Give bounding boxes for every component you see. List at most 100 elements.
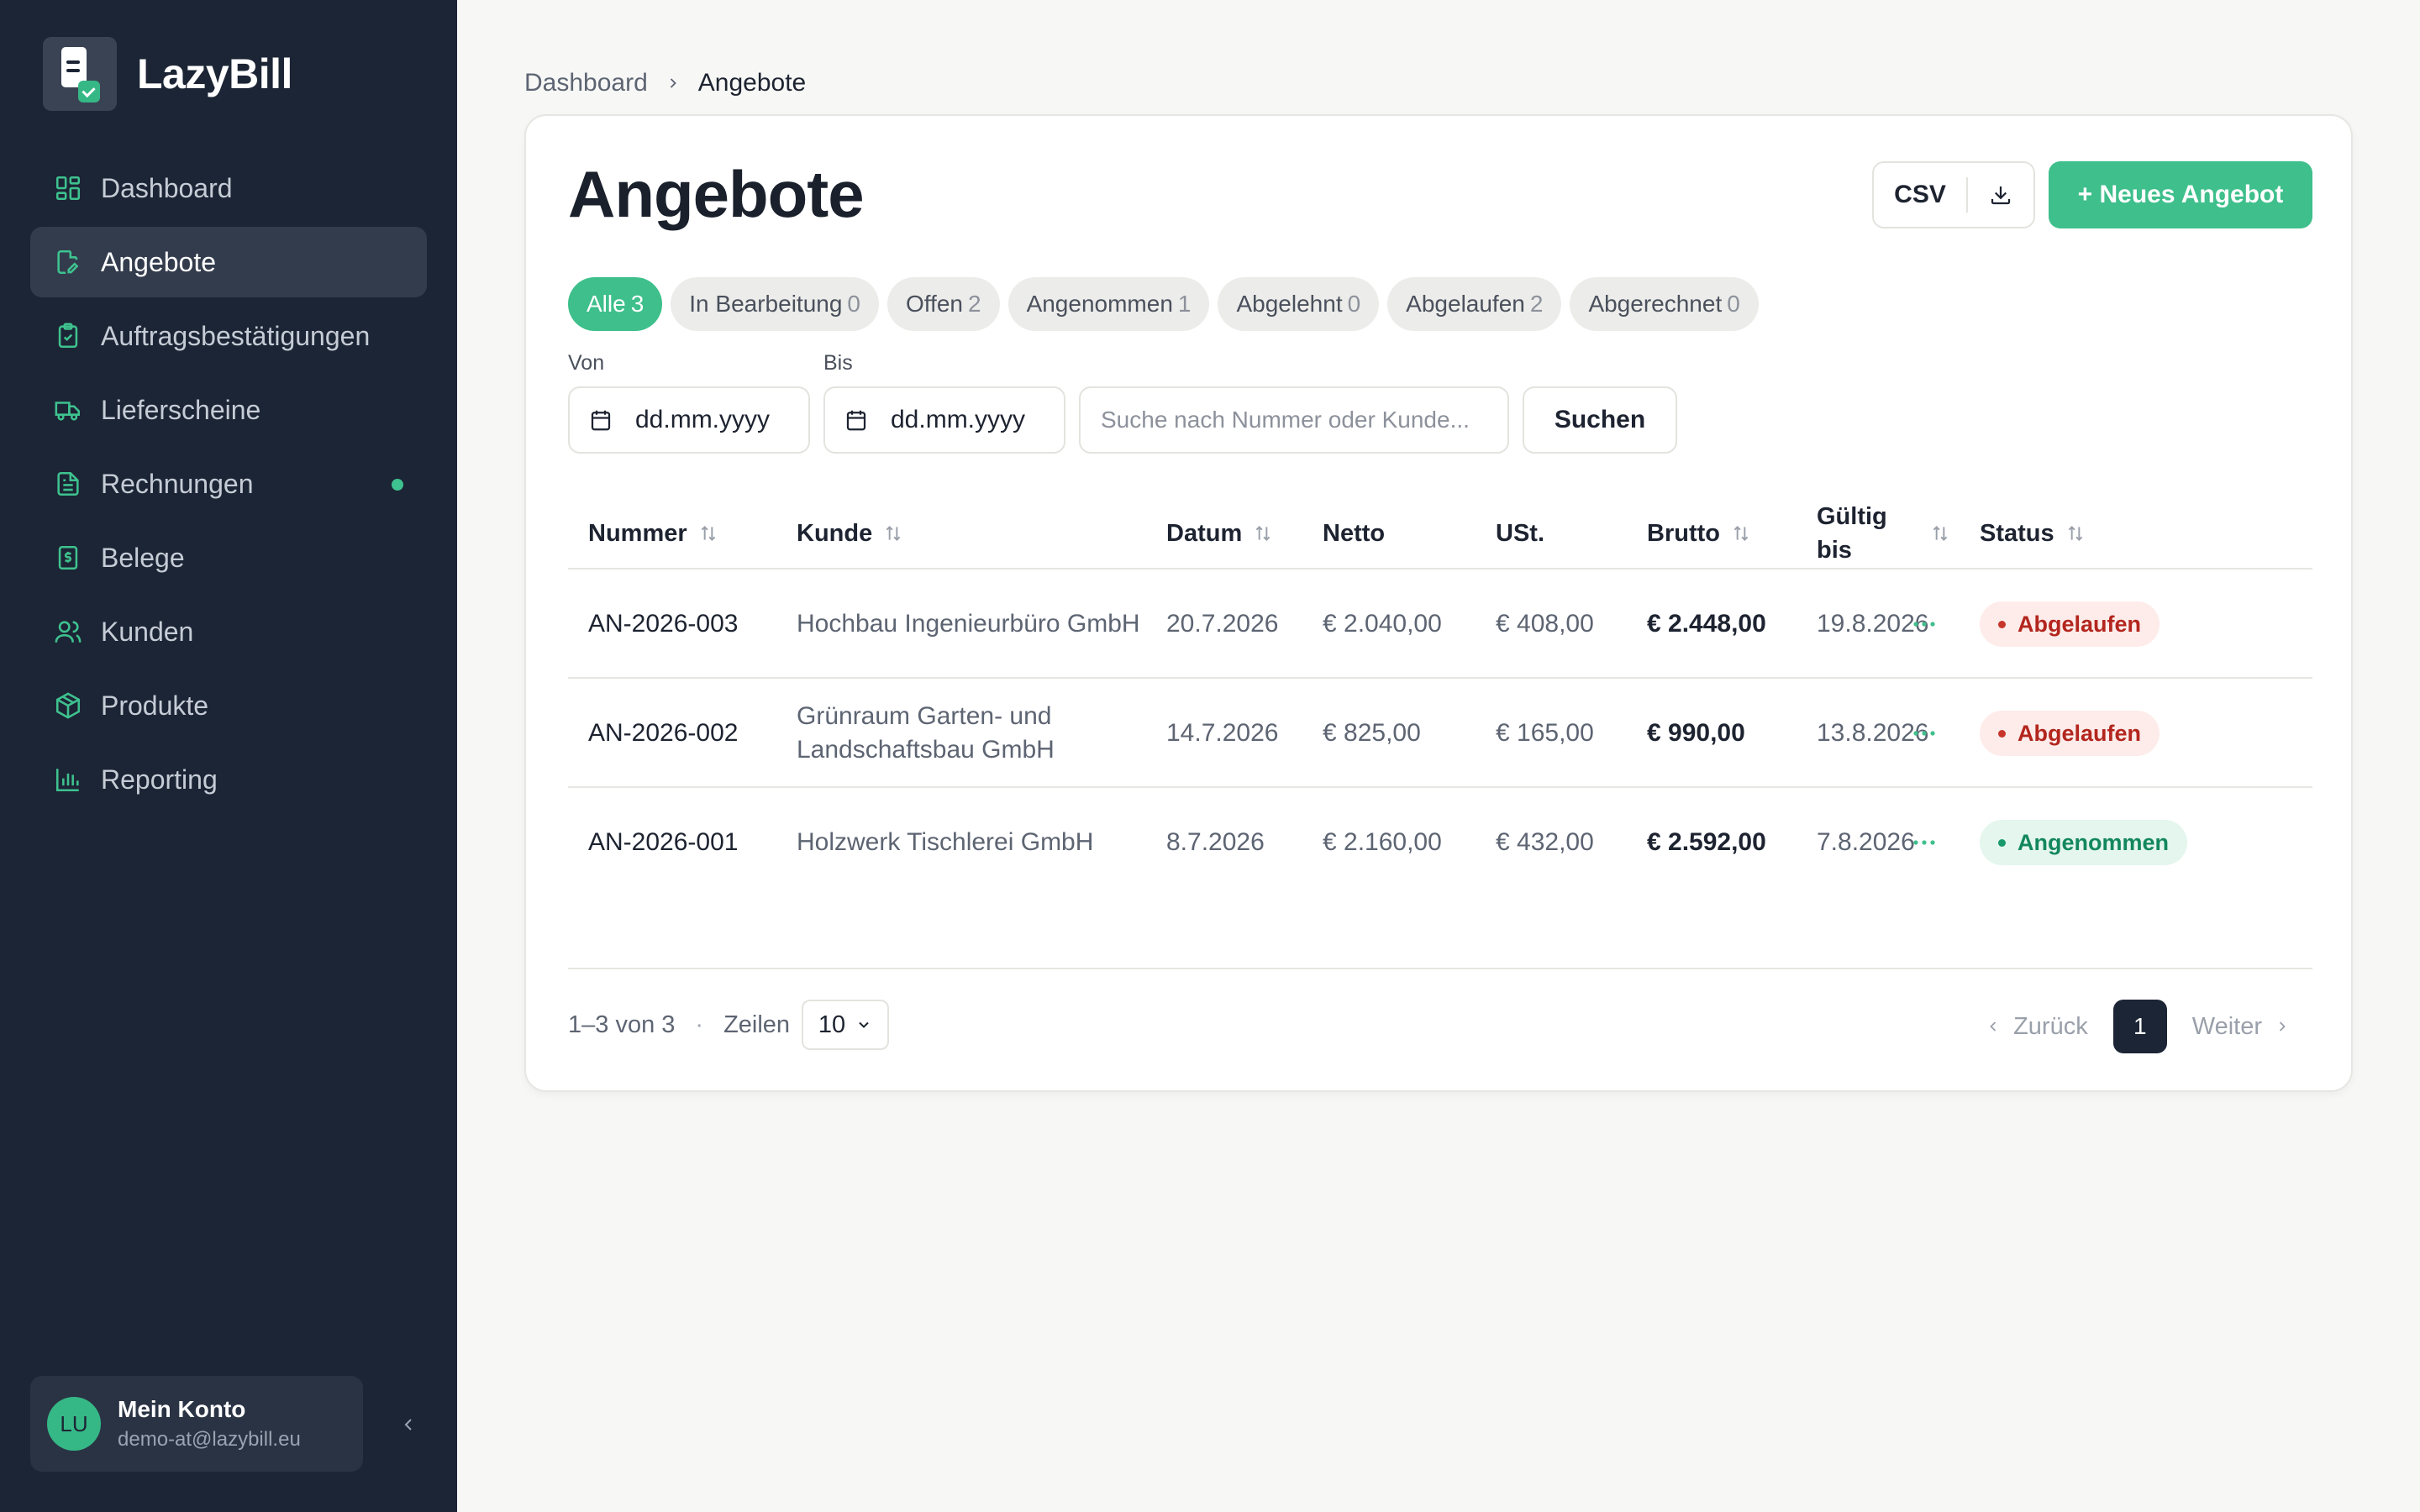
- cell-nummer: AN-2026-002: [588, 719, 739, 747]
- range-text: 1–3 von 3: [568, 1011, 676, 1038]
- from-date-input[interactable]: dd.mm.yyyy: [568, 386, 810, 454]
- prev-page-button[interactable]: Zurück: [1985, 1013, 2088, 1041]
- sidebar-item-label: Produkte: [101, 690, 209, 721]
- page-title: Angebote: [568, 157, 865, 231]
- sidebar-item-auftragsbestaetigungen[interactable]: Auftragsbestätigungen: [30, 301, 427, 371]
- sidebar: LazyBill Dashboard Angebote Auftragsbest…: [0, 0, 457, 1512]
- row-actions-button[interactable]: [1907, 609, 1941, 639]
- row-actions-button[interactable]: [1907, 718, 1941, 748]
- rows-value: 10: [818, 1011, 846, 1038]
- cell-brutto: € 2.592,00: [1647, 828, 1766, 856]
- sidebar-item-rechnungen[interactable]: Rechnungen: [30, 449, 427, 519]
- tab-abgelaufen[interactable]: Abgelaufen 2: [1387, 277, 1562, 331]
- column-label: Kunde: [797, 519, 873, 547]
- table-row[interactable]: AN-2026-002 Grünraum Garten- und Landsch…: [568, 679, 2312, 788]
- account-menu[interactable]: LU Mein Konto demo-at@lazybill.eu: [30, 1376, 363, 1472]
- csv-export-group: CSV: [1872, 161, 2035, 228]
- sort-icon: [1730, 522, 1752, 544]
- tab-offen[interactable]: Offen 2: [887, 277, 1000, 331]
- sidebar-item-produkte[interactable]: Produkte: [30, 670, 427, 741]
- cell-ust: € 432,00: [1496, 828, 1594, 856]
- cell-gueltig-bis: 7.8.2026: [1817, 828, 1915, 856]
- sidebar-item-label: Rechnungen: [101, 468, 254, 499]
- sidebar-item-lieferscheine[interactable]: Lieferscheine: [30, 375, 427, 445]
- tab-label: Abgelehnt: [1236, 291, 1343, 317]
- rows-label: Zeilen: [723, 1011, 791, 1038]
- cell-datum: 20.7.2026: [1166, 610, 1279, 638]
- tab-label: Abgelaufen: [1406, 291, 1525, 317]
- column-datum[interactable]: Datum: [1166, 497, 1274, 570]
- pagination: Zurück 1 Weiter: [1985, 1000, 2291, 1053]
- tab-abgelehnt[interactable]: Abgelehnt 0: [1218, 277, 1380, 331]
- sidebar-item-kunden[interactable]: Kunden: [30, 596, 427, 667]
- page-1-button[interactable]: 1: [2112, 1000, 2167, 1053]
- column-netto: Netto: [1323, 497, 1385, 570]
- tab-abgerechnet[interactable]: Abgerechnet 0: [1570, 277, 1759, 331]
- cell-kunde: Holzwerk Tischlerei GmbH: [797, 828, 1094, 856]
- rows-per-page-select[interactable]: 10: [802, 1000, 890, 1050]
- tab-in-bearbeitung[interactable]: In Bearbeitung 0: [671, 277, 879, 331]
- account-email: demo-at@lazybill.eu: [118, 1428, 301, 1451]
- table-row[interactable]: AN-2026-003 Hochbau Ingenieurbüro GmbH 2…: [568, 570, 2312, 679]
- calendar-icon: [591, 410, 611, 431]
- quotes-card: Angebote CSV + Neues Angebot Alle 3 In Be…: [524, 114, 2353, 1092]
- to-date-input[interactable]: dd.mm.yyyy: [823, 386, 1065, 454]
- sidebar-item-label: Angebote: [101, 246, 217, 277]
- column-nummer[interactable]: Nummer: [588, 497, 719, 570]
- column-brutto[interactable]: Brutto: [1647, 497, 1752, 570]
- row-actions-button[interactable]: [1907, 827, 1941, 858]
- cell-ust: € 165,00: [1496, 719, 1594, 747]
- sidebar-item-dashboard[interactable]: Dashboard: [30, 153, 427, 223]
- cell-kunde: Hochbau Ingenieurbüro GmbH: [797, 610, 1140, 638]
- column-kunde[interactable]: Kunde: [797, 497, 904, 570]
- column-status[interactable]: Status: [1980, 497, 2086, 570]
- from-date-value: dd.mm.yyyy: [635, 406, 771, 433]
- collapse-sidebar-button[interactable]: [392, 1408, 425, 1441]
- sort-icon: [1929, 522, 1951, 544]
- cell-status: Abgelaufen: [1980, 570, 2160, 679]
- tab-count: 0: [847, 291, 860, 317]
- account-name: Mein Konto: [118, 1396, 246, 1422]
- calendar-icon: [846, 410, 866, 431]
- tab-angenommen[interactable]: Angenommen 1: [1007, 277, 1210, 331]
- search-button[interactable]: Suchen: [1523, 386, 1677, 454]
- breadcrumb-current: Angebote: [697, 69, 807, 97]
- next-page-button[interactable]: Weiter: [2192, 1013, 2291, 1041]
- file-edit-icon: [54, 248, 82, 276]
- new-quote-button[interactable]: + Neues Angebot: [2049, 161, 2312, 228]
- sidebar-item-label: Kunden: [101, 616, 194, 647]
- sidebar-item-angebote[interactable]: Angebote: [30, 227, 427, 297]
- breadcrumb: Dashboard Angebote: [524, 69, 806, 97]
- csv-download-button[interactable]: [1968, 182, 2033, 207]
- status-badge: Abgelaufen: [1980, 711, 2160, 756]
- tab-count: 0: [1347, 291, 1361, 317]
- column-label: Status: [1980, 519, 2054, 547]
- download-icon: [1991, 186, 2011, 205]
- sort-icon: [1252, 522, 1274, 544]
- app-name: LazyBill: [137, 50, 292, 97]
- sidebar-item-belege[interactable]: Belege: [30, 522, 427, 593]
- breadcrumb-dashboard[interactable]: Dashboard: [524, 69, 648, 97]
- sidebar-item-label: Dashboard: [101, 172, 233, 203]
- column-label: Gültig: [1817, 503, 1887, 530]
- sort-icon: [2065, 522, 2086, 544]
- table-row[interactable]: AN-2026-001 Holzwerk Tischlerei GmbH 8.7…: [568, 788, 2312, 897]
- column-ust: USt.: [1496, 497, 1544, 570]
- from-label: Von: [568, 351, 605, 375]
- search-input[interactable]: [1079, 386, 1509, 454]
- brand[interactable]: LazyBill: [43, 37, 292, 111]
- status-label: Angenommen: [2018, 829, 2170, 855]
- clipboard-check-icon: [54, 322, 82, 350]
- column-gueltig-bis[interactable]: Gültig bis: [1817, 497, 1951, 570]
- to-label: Bis: [823, 351, 853, 375]
- csv-button[interactable]: CSV: [1874, 181, 1966, 209]
- sort-icon: [882, 522, 904, 544]
- notification-dot: [392, 479, 403, 491]
- sidebar-item-label: Auftragsbestätigungen: [101, 320, 371, 351]
- receipt-icon: [54, 543, 82, 572]
- more-horizontal-icon: [1913, 622, 1935, 627]
- cell-netto: € 2.160,00: [1323, 828, 1442, 856]
- more-horizontal-icon: [1913, 840, 1935, 845]
- tab-alle[interactable]: Alle 3: [568, 277, 663, 331]
- sidebar-item-reporting[interactable]: Reporting: [30, 744, 427, 815]
